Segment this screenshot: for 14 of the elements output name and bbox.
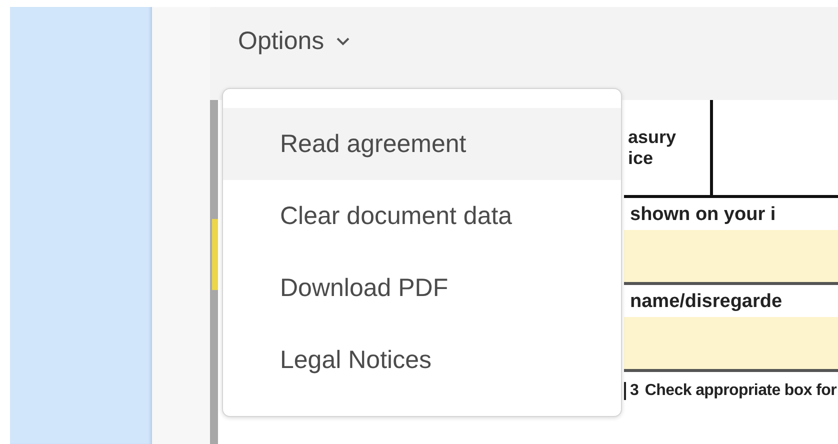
form-field[interactable] [624,317,838,372]
menu-item[interactable]: Legal Notices [223,324,621,396]
form-label: 3 [624,382,639,400]
form-label: shown on your i [629,203,777,227]
form-label: name/disregarde [629,290,784,314]
caret-icon [336,37,350,46]
form-text: asury [628,126,678,148]
menu-item[interactable]: Read agreement [223,108,621,180]
form-text: ice [628,148,654,168]
menu-item[interactable]: Download PDF [223,252,621,324]
form-label: Check appropriate box for [644,382,837,400]
form-field[interactable] [624,230,838,285]
options-button[interactable]: Options [238,27,350,56]
menu-item[interactable]: Clear document data [223,180,621,252]
